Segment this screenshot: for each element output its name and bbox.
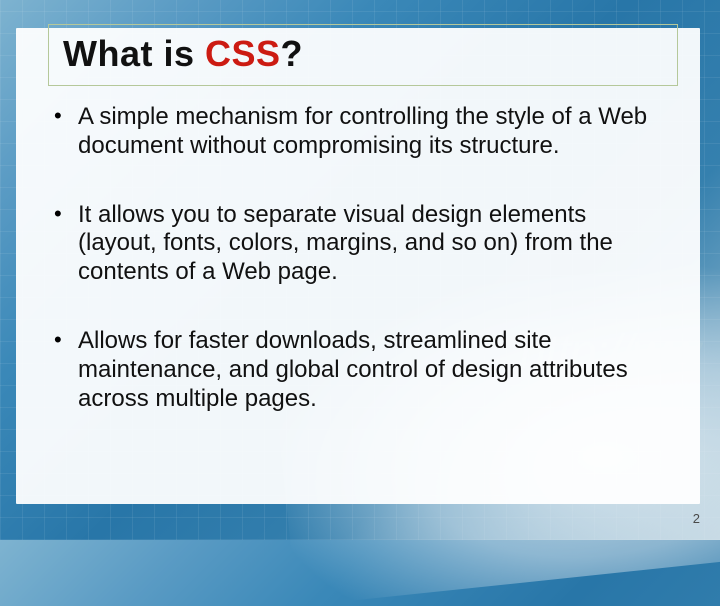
slide-title: What is CSS? (63, 33, 663, 75)
list-item: It allows you to separate visual design … (50, 201, 670, 287)
title-accent: CSS (205, 33, 281, 74)
title-box: What is CSS? (48, 24, 678, 86)
title-prefix: What is (63, 33, 205, 74)
list-item: A simple mechanism for controlling the s… (50, 103, 670, 161)
bullet-list: A simple mechanism for controlling the s… (50, 103, 670, 413)
slide-card: What is CSS? A simple mechanism for cont… (16, 28, 700, 504)
list-item: Allows for faster downloads, streamlined… (50, 327, 670, 413)
slide-content: A simple mechanism for controlling the s… (50, 103, 670, 494)
title-suffix: ? (281, 33, 304, 74)
page-number: 2 (693, 511, 700, 526)
